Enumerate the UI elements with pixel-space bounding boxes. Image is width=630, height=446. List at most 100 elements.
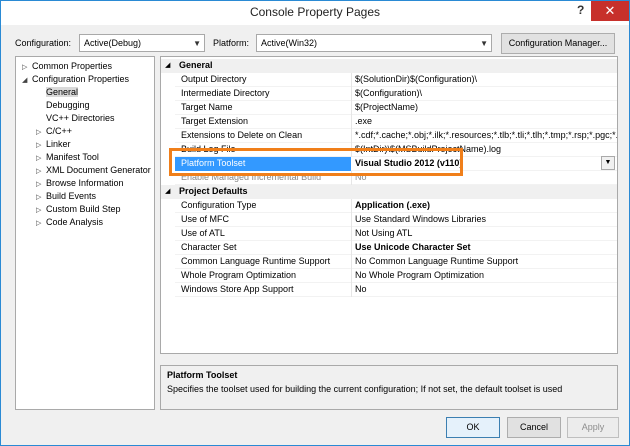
column-divider bbox=[351, 269, 352, 283]
column-divider bbox=[351, 283, 352, 297]
expand-icon[interactable]: ▷ bbox=[36, 128, 46, 136]
property-value[interactable]: *.cdf;*.cache;*.obj;*.ilk;*.resources;*.… bbox=[355, 130, 617, 140]
configuration-manager-button[interactable]: Configuration Manager... bbox=[501, 33, 615, 54]
column-divider bbox=[351, 255, 352, 269]
description-panel: Platform Toolset Specifies the toolset u… bbox=[160, 365, 618, 410]
property-value[interactable]: .exe bbox=[355, 116, 617, 126]
close-button[interactable]: ✕ bbox=[591, 1, 629, 21]
property-row-clr-support[interactable]: Common Language Runtime Support No Commo… bbox=[175, 255, 617, 269]
property-row-extensions-to-delete[interactable]: Extensions to Delete on Clean *.cdf;*.ca… bbox=[175, 129, 617, 143]
tree-item-xml-document-generator[interactable]: ▷ XML Document Generator bbox=[36, 165, 151, 178]
property-row-target-extension[interactable]: Target Extension .exe bbox=[175, 115, 617, 129]
tree-item-browse-information[interactable]: ▷ Browse Information bbox=[36, 178, 124, 191]
property-row-output-directory[interactable]: Output Directory $(SolutionDir)$(Configu… bbox=[175, 73, 617, 87]
property-value[interactable]: $(ProjectName) bbox=[355, 102, 617, 112]
tree-item-label: Custom Build Step bbox=[46, 204, 121, 214]
property-row-windows-store-app-support[interactable]: Windows Store App Support No bbox=[175, 283, 617, 297]
column-divider bbox=[351, 87, 352, 101]
column-divider bbox=[351, 227, 352, 241]
configuration-combo[interactable]: Active(Debug) ▼ bbox=[79, 34, 205, 52]
expand-icon[interactable]: ▷ bbox=[36, 167, 46, 175]
apply-button[interactable]: Apply bbox=[567, 417, 619, 438]
property-row-intermediate-directory[interactable]: Intermediate Directory $(Configuration)\ bbox=[175, 87, 617, 101]
column-divider bbox=[351, 199, 352, 213]
property-row-configuration-type[interactable]: Configuration Type Application (.exe) bbox=[175, 199, 617, 213]
window-title: Console Property Pages bbox=[249, 5, 381, 19]
tree-item-configuration-properties[interactable]: ◢ Configuration Properties bbox=[22, 74, 129, 87]
property-name: Windows Store App Support bbox=[181, 284, 294, 294]
property-row-use-of-atl[interactable]: Use of ATL Not Using ATL bbox=[175, 227, 617, 241]
tree-item-label: Common Properties bbox=[32, 61, 113, 71]
property-value[interactable]: $(SolutionDir)$(Configuration)\ bbox=[355, 74, 617, 84]
property-name: Common Language Runtime Support bbox=[181, 256, 331, 266]
title-bar[interactable]: Console Property Pages ? ✕ bbox=[1, 1, 629, 25]
property-name: Whole Program Optimization bbox=[181, 270, 297, 280]
property-name: Target Name bbox=[181, 102, 233, 112]
chevron-down-icon: ▼ bbox=[480, 39, 488, 48]
column-divider bbox=[351, 213, 352, 227]
tree-item-label: C/C++ bbox=[46, 126, 73, 136]
property-value[interactable]: No Common Language Runtime Support bbox=[355, 256, 617, 266]
tree-item-vc-directories[interactable]: VC++ Directories bbox=[46, 113, 115, 126]
property-row-use-of-mfc[interactable]: Use of MFC Use Standard Windows Librarie… bbox=[175, 213, 617, 227]
chevron-down-icon: ▼ bbox=[193, 39, 201, 48]
tree-item-common-properties[interactable]: ▷ Common Properties bbox=[22, 61, 112, 74]
property-value[interactable]: Not Using ATL bbox=[355, 228, 617, 238]
expand-icon[interactable]: ▷ bbox=[36, 141, 46, 149]
tree-item-label: Build Events bbox=[46, 191, 97, 201]
collapse-icon[interactable]: ◢ bbox=[165, 61, 170, 69]
tree-item-custom-build-step[interactable]: ▷ Custom Build Step bbox=[36, 204, 121, 217]
tree-item-label: Code Analysis bbox=[46, 217, 104, 227]
property-row-target-name[interactable]: Target Name $(ProjectName) bbox=[175, 101, 617, 115]
expand-icon[interactable]: ▷ bbox=[36, 180, 46, 188]
property-value[interactable]: Use Unicode Character Set bbox=[355, 242, 617, 252]
property-value[interactable]: Use Standard Windows Libraries bbox=[355, 214, 617, 224]
property-value[interactable]: $(Configuration)\ bbox=[355, 88, 617, 98]
expand-icon[interactable]: ▷ bbox=[22, 63, 32, 71]
ok-button[interactable]: OK bbox=[446, 417, 500, 438]
platform-toolset-highlight bbox=[169, 148, 463, 176]
property-value[interactable]: No Whole Program Optimization bbox=[355, 270, 617, 280]
expand-icon[interactable]: ▷ bbox=[36, 206, 46, 214]
tree-item-label: VC++ Directories bbox=[46, 113, 115, 123]
property-tree[interactable]: ▷ Common Properties ◢ Configuration Proper… bbox=[15, 56, 155, 410]
expand-icon[interactable]: ▷ bbox=[36, 193, 46, 201]
tree-item-label: Debugging bbox=[46, 100, 90, 110]
tree-item-code-analysis[interactable]: ▷ Code Analysis bbox=[36, 217, 103, 230]
property-name: Extensions to Delete on Clean bbox=[181, 130, 303, 140]
description-text: Specifies the toolset used for building … bbox=[167, 384, 563, 394]
collapse-icon[interactable]: ◢ bbox=[22, 76, 32, 84]
cancel-button[interactable]: Cancel bbox=[507, 417, 561, 438]
tree-item-label: Browse Information bbox=[46, 178, 124, 188]
category-project-defaults[interactable]: ◢ Project Defaults bbox=[161, 185, 617, 199]
property-row-whole-program-optimization[interactable]: Whole Program Optimization No Whole Prog… bbox=[175, 269, 617, 283]
tree-item-manifest-tool[interactable]: ▷ Manifest Tool bbox=[36, 152, 99, 165]
expand-icon[interactable]: ▷ bbox=[36, 219, 46, 227]
property-value[interactable]: No bbox=[355, 284, 617, 294]
column-divider bbox=[351, 129, 352, 143]
platform-combo[interactable]: Active(Win32) ▼ bbox=[256, 34, 492, 52]
property-name: Configuration Type bbox=[181, 200, 257, 210]
property-value[interactable]: Application (.exe) bbox=[355, 200, 617, 210]
help-icon[interactable]: ? bbox=[577, 3, 591, 17]
tree-item-linker[interactable]: ▷ Linker bbox=[36, 139, 71, 152]
tree-item-label: General bbox=[46, 87, 79, 97]
tree-item-c-cpp[interactable]: ▷ C/C++ bbox=[36, 126, 72, 139]
property-grid[interactable]: ◢ General Output Directory $(SolutionDir… bbox=[160, 56, 618, 354]
property-row-character-set[interactable]: Character Set Use Unicode Character Set bbox=[175, 241, 617, 255]
chevron-down-icon[interactable]: ▼ bbox=[601, 156, 615, 170]
category-title: General bbox=[179, 60, 213, 70]
property-name: Character Set bbox=[181, 242, 237, 252]
property-name: Use of ATL bbox=[181, 228, 225, 238]
collapse-icon[interactable]: ◢ bbox=[165, 187, 170, 195]
tree-item-label: XML Document Generator bbox=[46, 165, 151, 175]
tree-item-debugging[interactable]: Debugging bbox=[46, 100, 90, 113]
column-divider bbox=[351, 241, 352, 255]
tree-item-general[interactable]: General bbox=[46, 87, 79, 100]
property-name: Intermediate Directory bbox=[181, 88, 270, 98]
expand-icon[interactable]: ▷ bbox=[36, 154, 46, 162]
platform-value: Active(Win32) bbox=[261, 38, 318, 48]
property-pages-window: Console Property Pages ? ✕ Configuration… bbox=[0, 0, 630, 446]
category-general[interactable]: ◢ General bbox=[161, 59, 617, 73]
tree-item-build-events[interactable]: ▷ Build Events bbox=[36, 191, 96, 204]
